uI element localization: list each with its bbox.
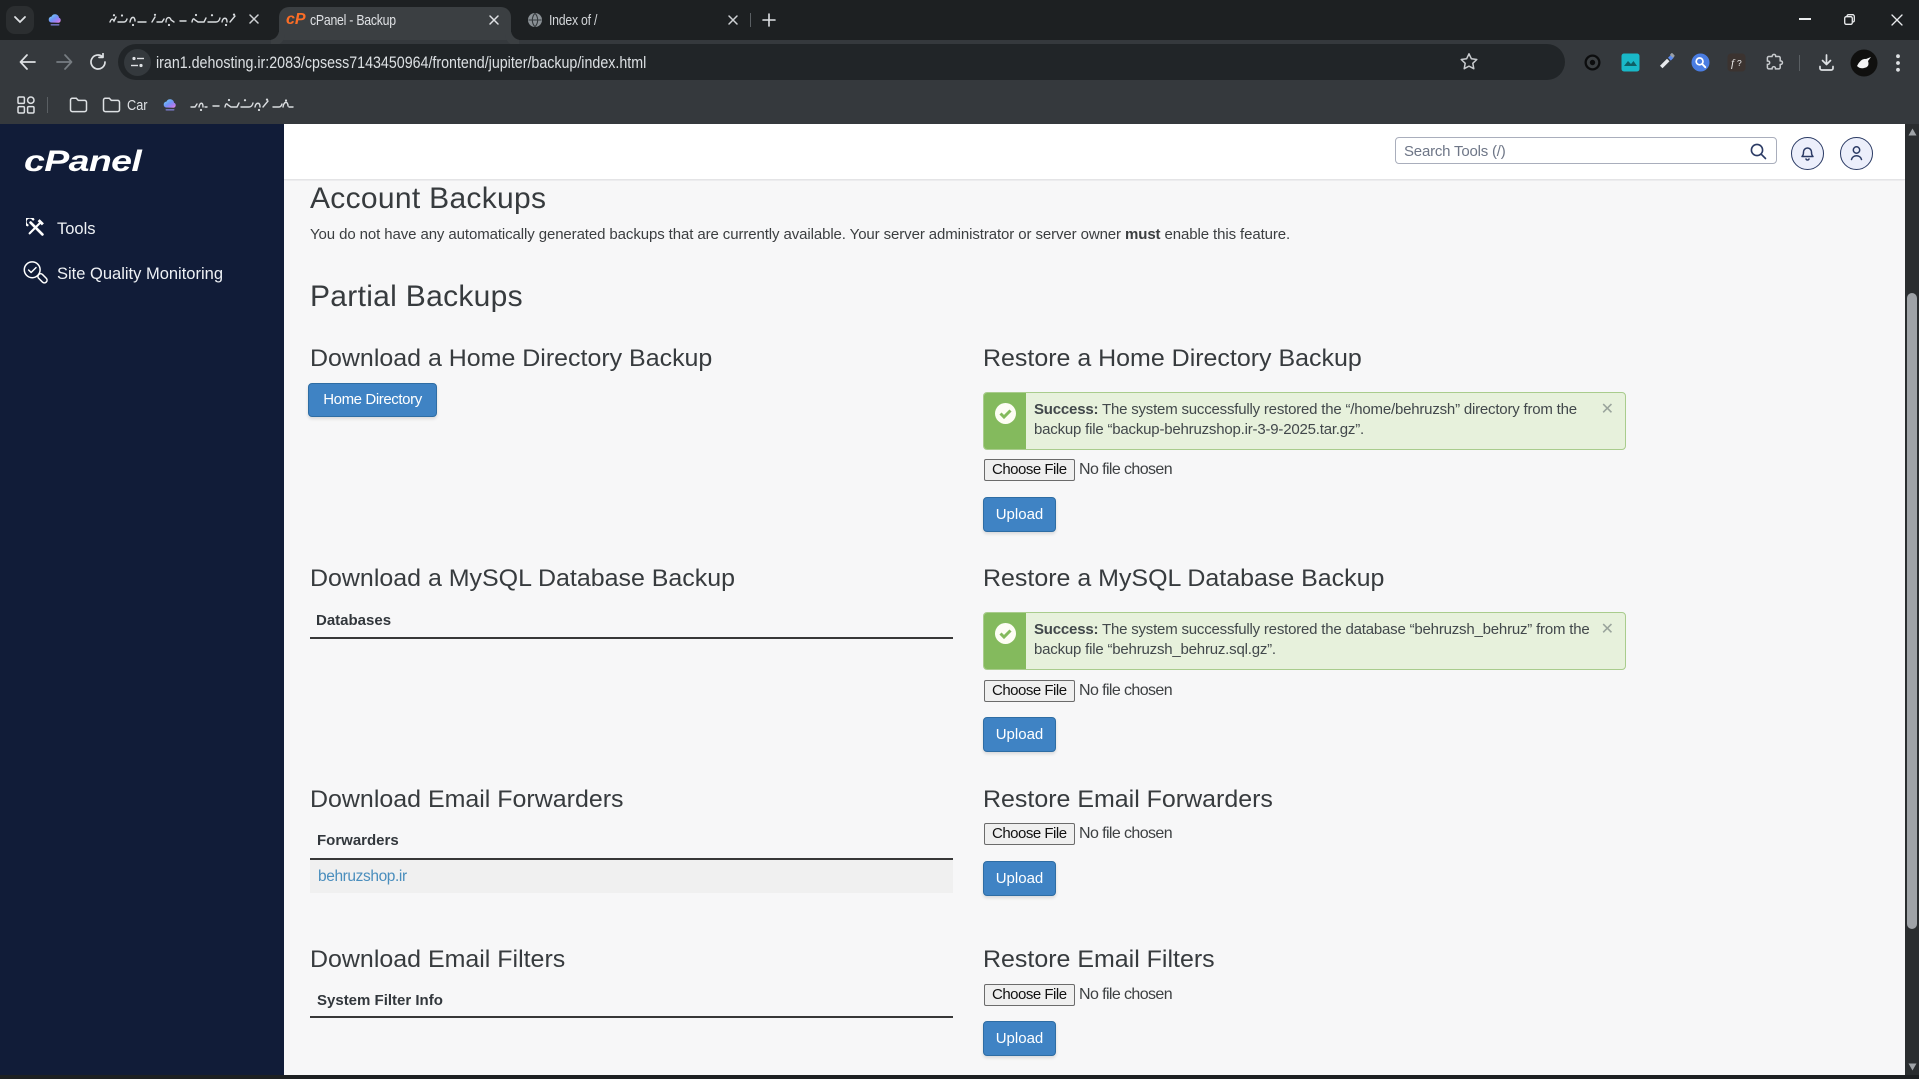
svg-text:?: ? <box>1737 58 1742 68</box>
